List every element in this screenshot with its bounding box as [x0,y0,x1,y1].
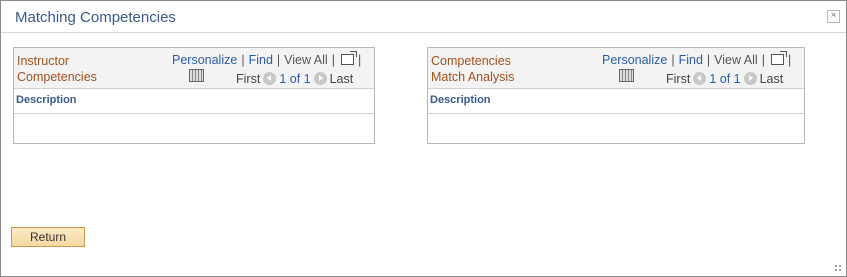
next-arrow-icon[interactable] [743,72,757,85]
return-button[interactable]: Return [11,227,85,247]
column-header-row: Description [14,89,374,114]
grid-header: Instructor Competencies Personalize | Find… [14,48,374,89]
next-arrow-icon[interactable] [313,72,327,85]
personalize-link[interactable]: Personalize [602,53,667,67]
grid-title: Competencies Match Analysis [431,54,515,84]
grid-header: Competencies Match Analysis Personalize |… [428,48,804,89]
separator: | [331,53,335,67]
separator: | [276,53,281,67]
competencies-match-analysis-grid: Competencies Match Analysis Personalize |… [427,47,805,144]
download-spreadsheet-icon[interactable] [619,69,634,82]
last-label: Last [329,72,354,86]
new-window-icon[interactable] [340,51,357,65]
previous-arrow-icon[interactable] [263,72,277,85]
grid-pagination: First 1 of 1 Last [236,70,353,86]
grid-title: Instructor Competencies [17,54,97,84]
find-link[interactable]: Find [679,53,703,67]
view-all-link[interactable]: View All [284,53,328,67]
column-header-row: Description [428,89,804,114]
matching-competencies-dialog: Matching Competencies × Instructor Compe… [0,0,847,277]
instructor-competencies-grid: Instructor Competencies Personalize | Find… [13,47,375,144]
close-icon[interactable]: × [827,10,840,23]
table-row [428,114,804,142]
description-column-header: Description [16,94,77,106]
separator: | [706,53,711,67]
dialog-title: Matching Competencies [15,9,176,26]
grid-toolbar: Personalize | Find | View All | | [602,51,795,68]
first-label: First [236,72,261,86]
download-spreadsheet-icon[interactable] [189,69,204,82]
page-range: 1 of 1 [709,72,741,86]
separator: | [241,53,245,67]
find-link[interactable]: Find [249,53,273,67]
personalize-link[interactable]: Personalize [172,53,237,67]
grid-toolbar: Personalize | Find | View All | | [172,51,365,68]
view-all-link[interactable]: View All [714,53,758,67]
description-column-header: Description [430,94,491,106]
grid-pagination: First 1 of 1 Last [666,70,783,86]
last-label: Last [759,72,784,86]
first-label: First [666,72,691,86]
previous-arrow-icon[interactable] [693,72,707,85]
resize-grip-icon[interactable] [834,264,842,272]
separator: | [671,53,675,67]
new-window-icon[interactable] [770,51,787,65]
table-row [14,114,374,142]
dialog-titlebar: Matching Competencies × [1,1,846,33]
page-range: 1 of 1 [279,72,311,86]
separator: | [761,53,765,67]
